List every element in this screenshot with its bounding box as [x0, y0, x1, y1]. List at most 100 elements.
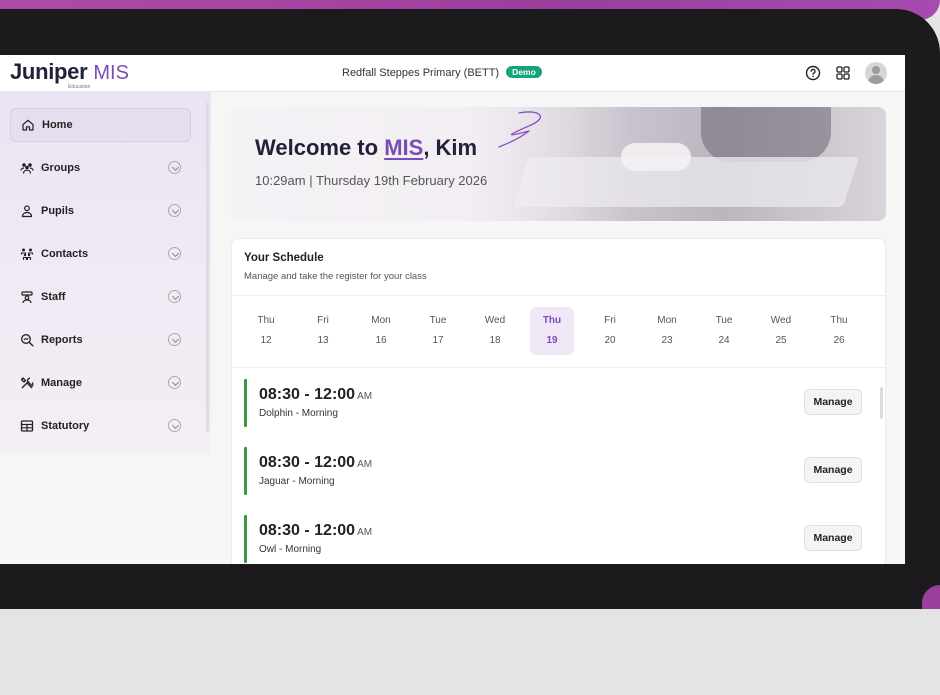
schedule-subtitle: Manage and take the register for your cl…	[244, 271, 427, 282]
day-tab[interactable]: Fri 13	[301, 307, 345, 355]
decorative-corner	[922, 585, 940, 609]
day-name: Fri	[317, 315, 329, 326]
slot-ampm: AM	[357, 391, 373, 402]
day-tab[interactable]: Mon 16	[359, 307, 403, 355]
schedule-card: Your Schedule Manage and take the regist…	[231, 238, 886, 564]
day-name: Thu	[257, 315, 275, 326]
sidebar-scrollbar[interactable]	[206, 102, 209, 432]
home-icon	[22, 119, 34, 131]
day-tab[interactable]: Wed 18	[473, 307, 517, 355]
demo-badge: Demo	[506, 66, 542, 78]
sidebar-item-label: Staff	[41, 291, 66, 303]
tools-icon	[20, 377, 34, 389]
day-name: Wed	[770, 315, 792, 326]
chevron-down-icon[interactable]	[168, 247, 181, 260]
sidebar-item-label: Groups	[41, 162, 81, 174]
manage-button[interactable]: Manage	[804, 389, 862, 415]
manage-button[interactable]: Manage	[804, 525, 862, 551]
sidebar-item-label: Statutory	[41, 420, 90, 432]
day-tab-selected[interactable]: Thu 19	[530, 307, 574, 355]
juniper-logo[interactable]: Juniper MIS Education	[10, 59, 129, 90]
chevron-down-icon[interactable]	[168, 376, 181, 389]
day-tab[interactable]: Thu 12	[244, 307, 288, 355]
welcome-banner: Welcome to MIS, Kim 10:29am | Thursday 1…	[231, 107, 886, 221]
contacts-icon	[20, 248, 34, 260]
sidebar-item-contacts[interactable]: Contacts	[10, 237, 191, 271]
day-name: Fri	[604, 315, 616, 326]
slot-time: 08:30 - 12:00 AM	[259, 522, 372, 540]
school-name: Redfall Steppes Primary (BETT)	[342, 67, 500, 79]
pupil-icon	[21, 205, 33, 218]
squiggle-decoration-icon	[498, 111, 542, 148]
sidebar-item-label: Contacts	[41, 248, 89, 260]
day-number: 25	[775, 335, 787, 346]
sidebar-item-staff[interactable]: Staff	[10, 280, 191, 314]
table-icon	[20, 420, 34, 432]
sidebar-item-label: Reports	[41, 334, 83, 346]
schedule-scrollbar[interactable]	[880, 387, 883, 419]
slot-time: 08:30 - 12:00 AM	[259, 454, 372, 472]
schedule-slot: 08:30 - 12:00 AM Owl - Morning Manage	[244, 515, 874, 563]
sidebar-item-reports[interactable]: Reports	[10, 323, 191, 357]
schedule-slot: 08:30 - 12:00 AM Dolphin - Morning Manage	[244, 379, 874, 427]
day-tab[interactable]: Thu 26	[817, 307, 861, 355]
chevron-down-icon[interactable]	[168, 333, 181, 346]
schedule-title: Your Schedule	[244, 252, 324, 264]
sidebar-item-label: Pupils	[41, 205, 75, 217]
day-number: 13	[317, 335, 329, 346]
welcome-prefix: Welcome to	[255, 135, 385, 160]
chevron-down-icon[interactable]	[168, 290, 181, 303]
banner-photo-shape	[701, 107, 831, 162]
sidebar-item-manage[interactable]: Manage	[10, 366, 191, 400]
day-name: Thu	[830, 315, 848, 326]
day-name: Thu	[542, 315, 562, 326]
chevron-down-icon[interactable]	[168, 419, 181, 432]
sidebar-item-pupils[interactable]: Pupils	[10, 194, 191, 228]
schedule-slot: 08:30 - 12:00 AM Jaguar - Morning Manage	[244, 447, 874, 495]
slot-class-name: Dolphin - Morning	[259, 408, 338, 419]
sidebar-item-statutory[interactable]: Statutory	[10, 409, 191, 443]
chevron-down-icon[interactable]	[168, 161, 181, 174]
user-avatar[interactable]	[865, 62, 887, 84]
day-tab[interactable]: Fri 20	[588, 307, 632, 355]
day-tab[interactable]: Tue 17	[416, 307, 460, 355]
welcome-user: , Kim	[423, 135, 478, 160]
chevron-down-icon[interactable]	[168, 204, 181, 217]
slot-time: 08:30 - 12:00 AM	[259, 386, 372, 404]
day-number: 23	[661, 335, 673, 346]
slot-ampm: AM	[357, 459, 373, 470]
day-number: 20	[604, 335, 616, 346]
sidebar-item-groups[interactable]: Groups	[10, 151, 191, 185]
day-number: 18	[489, 335, 501, 346]
banner-photo-shape	[621, 143, 691, 171]
top-bar: Juniper MIS Education Redfall Steppes Pri…	[0, 55, 905, 92]
day-tab[interactable]: Wed 25	[759, 307, 803, 355]
logo-text: Juniper	[10, 59, 88, 84]
welcome-mis-highlight: MIS	[384, 135, 424, 160]
day-tab[interactable]: Mon 23	[645, 307, 689, 355]
slot-status-bar	[244, 515, 247, 563]
mis-app-window: Juniper MIS Education Redfall Steppes Pri…	[0, 55, 905, 564]
day-number: 24	[718, 335, 730, 346]
manage-button[interactable]: Manage	[804, 457, 862, 483]
day-number: 12	[260, 335, 272, 346]
reports-icon	[21, 334, 34, 347]
day-name: Mon	[371, 315, 391, 326]
help-icon[interactable]	[805, 65, 821, 81]
sidebar: Home Groups Pupils Contacts Staff Report…	[0, 92, 211, 455]
logo-subtext: Education	[68, 84, 91, 90]
slot-time-range: 08:30 - 12:00	[259, 522, 356, 539]
day-selector: Thu 12 Fri 13 Mon 16 Tue 17 Wed 18 Thu 19 Fri 2…	[244, 307, 874, 355]
apps-grid-icon[interactable]	[835, 65, 851, 81]
sidebar-item-home[interactable]: Home	[10, 108, 191, 142]
day-number: 16	[375, 335, 387, 346]
slot-status-bar	[244, 447, 247, 495]
groups-icon	[20, 163, 34, 174]
day-number: 19	[546, 335, 558, 346]
day-tab[interactable]: Tue 24	[702, 307, 746, 355]
school-selector[interactable]: Redfall Steppes Primary (BETT) Demo	[342, 66, 542, 79]
slot-class-name: Jaguar - Morning	[259, 476, 335, 487]
slot-ampm: AM	[357, 527, 373, 538]
day-name: Wed	[484, 315, 506, 326]
day-name: Mon	[657, 315, 677, 326]
